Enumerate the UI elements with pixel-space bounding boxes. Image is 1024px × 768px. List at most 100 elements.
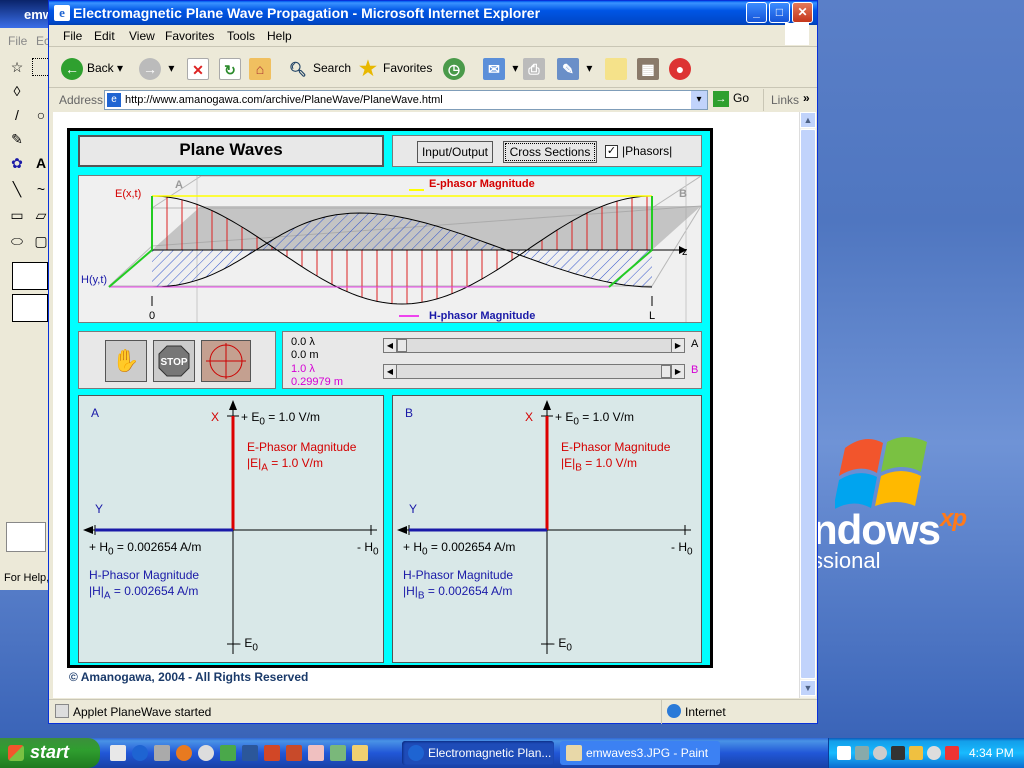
back-arrow-icon: ←: [61, 57, 83, 80]
controls-box: Input/Output Cross Sections ✓ |Phasors|: [392, 135, 702, 167]
select-star-icon[interactable]: ☆: [8, 58, 26, 76]
paint-menu-file[interactable]: File: [8, 34, 27, 48]
pencil-icon[interactable]: ✎: [8, 130, 26, 148]
quicklaunch-app-icon[interactable]: [220, 745, 236, 761]
tray-icon-2[interactable]: [855, 746, 869, 760]
slider-b[interactable]: ◀ ▶: [383, 364, 685, 379]
task-ie[interactable]: Electromagnetic Plan...: [402, 741, 554, 765]
search-icon: 🔍︎: [289, 60, 307, 77]
address-bar: Address e http://www.amanogawa.com/archi…: [49, 89, 817, 111]
back-button[interactable]: ← Back ▾: [61, 54, 123, 82]
quicklaunch-desktop-icon[interactable]: [154, 745, 170, 761]
slider-a[interactable]: ◀ ▶: [383, 338, 685, 353]
panel-a-neg-h0: - H0: [357, 540, 379, 558]
quicklaunch-powerpoint-icon[interactable]: [264, 745, 280, 761]
messenger-button[interactable]: ●: [669, 54, 695, 82]
line-icon[interactable]: ╲: [8, 180, 26, 198]
menu-favorites[interactable]: Favorites: [165, 29, 214, 43]
vertical-scrollbar[interactable]: ▲ ▼: [799, 112, 816, 698]
quicklaunch-word-icon[interactable]: [242, 745, 258, 761]
discuss-button[interactable]: [605, 54, 631, 82]
print-button[interactable]: ⎙: [523, 54, 549, 82]
quicklaunch-calc-icon[interactable]: [330, 745, 346, 761]
crosshair-button[interactable]: [201, 340, 251, 382]
scroll-down-icon[interactable]: ▼: [800, 680, 816, 696]
quicklaunch-explorer-icon[interactable]: [110, 745, 126, 761]
stop-button[interactable]: ✕: [187, 54, 213, 82]
L-label: L: [649, 310, 656, 322]
quicklaunch-access-icon[interactable]: [286, 745, 302, 761]
applet-title-box: Plane Waves: [78, 135, 384, 167]
slider-a-right-arrow[interactable]: ▶: [671, 339, 684, 352]
close-button[interactable]: ✕: [792, 2, 813, 23]
quicklaunch-media-icon[interactable]: [198, 745, 214, 761]
edit-button[interactable]: ✎ ▾: [557, 54, 592, 82]
home-button[interactable]: ⌂: [249, 54, 275, 82]
menu-edit[interactable]: Edit: [94, 29, 115, 43]
eyedropper-icon[interactable]: /: [8, 106, 26, 124]
quicklaunch-notes-icon[interactable]: [352, 745, 368, 761]
tray-icon-5[interactable]: [909, 746, 923, 760]
quicklaunch-paint-icon[interactable]: [308, 745, 324, 761]
forward-button[interactable]: → ▾: [139, 54, 174, 82]
scroll-thumb[interactable]: [800, 129, 816, 679]
slider-a-thumb[interactable]: [397, 339, 407, 352]
mail-button[interactable]: ✉ ▾: [483, 54, 518, 82]
minimize-button[interactable]: _: [746, 2, 767, 23]
refresh-icon: ↻: [219, 57, 241, 80]
quicklaunch-ie-icon[interactable]: [132, 745, 148, 761]
favorites-button[interactable]: ★ Favorites: [357, 54, 432, 82]
phasors-checkbox[interactable]: ✓: [605, 145, 618, 158]
zone-text: Internet: [685, 705, 726, 719]
eraser-icon[interactable]: ◊: [8, 82, 26, 100]
input-output-button[interactable]: Input/Output: [417, 141, 493, 163]
tray-icon-6[interactable]: [927, 746, 941, 760]
tray-icon-1[interactable]: [837, 746, 851, 760]
menu-tools[interactable]: Tools: [227, 29, 255, 43]
panel-a-h-mag: |H|A = 0.002654 A/m: [89, 584, 199, 602]
scroll-up-icon[interactable]: ▲: [800, 112, 816, 128]
hand-crank-icon[interactable]: ✋: [105, 340, 147, 382]
page-content: Plane Waves Input/Output Cross Sections …: [53, 112, 799, 698]
cross-sections-button[interactable]: Cross Sections: [503, 141, 597, 163]
phasor-panel-a: A X Y + E0 = 1.0 V/m E-Phasor Magnitude …: [78, 395, 384, 663]
window-title: Electromagnetic Plane Wave Propagation -…: [73, 5, 541, 21]
slider-a-left-arrow[interactable]: ◀: [384, 339, 397, 352]
refresh-button[interactable]: ↻: [219, 54, 245, 82]
search-button[interactable]: 🔍︎ Search: [287, 54, 351, 82]
ellipse-icon[interactable]: ⬭: [8, 232, 26, 250]
rectangle-icon[interactable]: ▭: [8, 206, 26, 224]
airbrush-icon[interactable]: ✿: [8, 154, 26, 172]
research-button[interactable]: ▦: [637, 54, 663, 82]
messenger-icon: ●: [669, 57, 691, 80]
menu-view[interactable]: View: [129, 29, 155, 43]
color-palette[interactable]: [6, 522, 46, 552]
maximize-button[interactable]: □: [769, 2, 790, 23]
links-button[interactable]: Links: [771, 93, 799, 107]
panel-a-neg-e0: - E0: [237, 636, 258, 654]
slider-b-thumb[interactable]: [661, 365, 671, 378]
tray-icon-3[interactable]: [873, 746, 887, 760]
tray-icon-4[interactable]: [891, 746, 905, 760]
menu-file[interactable]: File: [63, 29, 82, 43]
forward-arrow-icon: →: [139, 57, 161, 80]
address-dropdown-icon[interactable]: ▾: [691, 91, 707, 109]
slider-a-letter: A: [691, 338, 699, 350]
menu-help[interactable]: Help: [267, 29, 292, 43]
paint-window: emw File Ec ☆ ◊ / ○ ✎ ✿ A ╲ ~ ▭ ▱ ⬭ ▢ Fo…: [0, 0, 52, 590]
slider-b-right-arrow[interactable]: ▶: [671, 365, 684, 378]
chevron-right-icon[interactable]: »: [803, 91, 810, 105]
ie-titlebar[interactable]: e Electromagnetic Plane Wave Propagation…: [49, 1, 817, 25]
menu-bar: File Edit View Favorites Tools Help: [49, 23, 817, 47]
task-paint[interactable]: emwaves3.JPG - Paint: [560, 741, 720, 765]
status-bar: Applet PlaneWave started Internet: [49, 699, 817, 724]
quicklaunch-firefox-icon[interactable]: [176, 745, 192, 761]
go-button[interactable]: → Go: [713, 91, 749, 107]
applet-status-icon: [55, 704, 69, 718]
start-button[interactable]: start: [0, 738, 100, 768]
address-input[interactable]: e http://www.amanogawa.com/archive/Plane…: [104, 90, 708, 110]
stop-animation-button[interactable]: STOP: [153, 340, 195, 382]
slider-b-left-arrow[interactable]: ◀: [384, 365, 397, 378]
tray-icon-7[interactable]: [945, 746, 959, 760]
history-button[interactable]: ◷: [443, 54, 469, 82]
